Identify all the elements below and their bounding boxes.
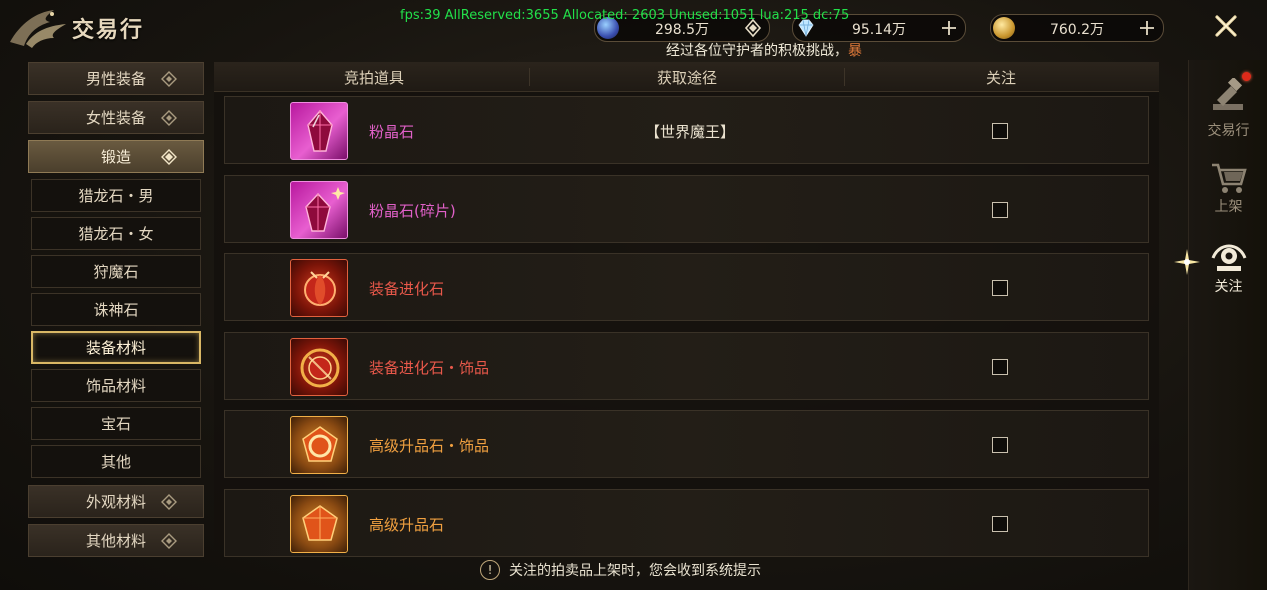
currency-gold: 760.2万: [990, 14, 1164, 42]
plus-icon: [942, 21, 956, 35]
top-bar: 交易行 298.5万 95.14万 760.2万 fps:39 AllReser…: [0, 0, 1267, 60]
pink-crystal-fragment-icon[interactable]: [290, 181, 348, 239]
page-title: 交易行: [72, 17, 145, 43]
watch-checkbox[interactable]: [992, 280, 1008, 296]
subcategory-other[interactable]: 其他: [31, 445, 201, 478]
orange-upgrade-stone-icon[interactable]: [290, 495, 348, 553]
crystal-shape: [307, 109, 333, 152]
category-label: 男性装备: [85, 70, 146, 88]
subcategory-label: 诛神石: [93, 301, 139, 319]
auction-hammer-icon: [1213, 78, 1243, 110]
evolution-ring-shape: [300, 348, 340, 388]
diamond-chevron-icon: [161, 533, 177, 549]
category-label: 锻造: [100, 148, 131, 166]
close-button[interactable]: [1204, 8, 1248, 44]
subcategory-label: 猎龙石・男: [78, 187, 154, 205]
category-label: 外观材料: [85, 493, 146, 511]
gold-coin-icon: [993, 17, 1015, 39]
watch-checkbox[interactable]: [992, 123, 1008, 139]
watch-checkbox[interactable]: [992, 202, 1008, 218]
item-name: 粉晶石: [369, 123, 415, 141]
watchlist-table: 竞拍道具 获取途径 关注 粉晶石 【世界魔王】 粉晶石(碎片) 装备进化石 装备…: [214, 62, 1159, 557]
category-other-materials[interactable]: 其他材料: [28, 524, 204, 557]
table-row[interactable]: 装备进化石: [224, 253, 1149, 321]
header-divider: [844, 68, 845, 86]
subcategory-gems[interactable]: 宝石: [31, 407, 201, 440]
upgrade-ring-shape: [302, 426, 338, 462]
close-icon: [1215, 15, 1237, 37]
subcategory-label: 饰品材料: [85, 377, 146, 395]
watch-checkbox[interactable]: [992, 359, 1008, 375]
table-header: 竞拍道具 获取途径 关注: [214, 62, 1159, 92]
currency-gold-value: 760.2万: [1049, 22, 1105, 38]
plus-icon: [1140, 21, 1154, 35]
dragon-emblem-icon: [10, 10, 66, 48]
add-diamond-button[interactable]: [939, 18, 959, 38]
pink-crystal-icon[interactable]: [290, 102, 348, 160]
tab-auction[interactable]: 交易行: [1189, 64, 1267, 144]
table-row[interactable]: 粉晶石(碎片): [224, 175, 1149, 243]
table-row[interactable]: 高级升品石: [224, 489, 1149, 557]
item-name: 高级升品石: [369, 516, 445, 534]
tab-auction-label: 交易行: [1207, 123, 1250, 139]
column-header-source: 获取途径: [657, 69, 718, 87]
eye-icon: [1211, 244, 1247, 271]
subcategory-dragon-stone-male[interactable]: 猎龙石・男: [31, 179, 201, 212]
watch-checkbox[interactable]: [992, 437, 1008, 453]
category-male-equipment[interactable]: 男性装备: [28, 62, 204, 95]
tab-list-item-label: 上架: [1214, 199, 1243, 215]
item-name: 高级升品石・饰品: [369, 437, 490, 455]
tab-watchlist-label: 关注: [1214, 279, 1243, 295]
subcategory-accessory-materials[interactable]: 饰品材料: [31, 369, 201, 402]
notice-highlight: 暴: [848, 43, 862, 59]
watch-hint-text: 关注的拍卖品上架时，您会收到系统提示: [509, 563, 761, 579]
tab-list-item[interactable]: 上架: [1189, 152, 1267, 232]
subcategory-label: 狩魔石: [93, 263, 139, 281]
diamond-chevron-icon: [161, 71, 177, 87]
table-row[interactable]: 高级升品石・饰品: [224, 410, 1149, 478]
diamond-chevron-icon: [161, 149, 177, 165]
subcategory-dragon-stone-female[interactable]: 猎龙石・女: [31, 217, 201, 250]
diamond-chevron-icon: [161, 494, 177, 510]
notice-text: 经过各位守护者的积极挑战，: [666, 43, 848, 59]
item-name: 装备进化石: [369, 280, 445, 298]
debug-overlay: fps:39 AllReserved:3655 Allocated: 2603 …: [400, 8, 850, 23]
subcategory-label: 其他: [100, 453, 131, 471]
evolution-stone-shape: [304, 271, 336, 306]
category-appearance-materials[interactable]: 外观材料: [28, 485, 204, 518]
subcategory-demon-hunt-stone[interactable]: 狩魔石: [31, 255, 201, 288]
subcategory-label: 装备材料: [85, 339, 146, 357]
category-label: 女性装备: [85, 109, 146, 127]
red-evolution-stone-icon[interactable]: [290, 259, 348, 317]
upgrade-stone-shape: [302, 505, 338, 541]
header-divider: [529, 68, 530, 86]
notification-badge: [1242, 72, 1251, 81]
subcategory-label: 宝石: [100, 415, 131, 433]
subcategory-equipment-materials[interactable]: 装备材料: [31, 331, 201, 364]
shopping-cart-icon: [1212, 163, 1247, 193]
table-row[interactable]: 粉晶石 【世界魔王】: [224, 96, 1149, 164]
subcategory-god-slay-stone[interactable]: 诛神石: [31, 293, 201, 326]
add-gold-button[interactable]: [1137, 18, 1157, 38]
category-forging[interactable]: 锻造: [28, 140, 204, 173]
exclamation-icon: !: [480, 560, 500, 580]
column-header-watch: 关注: [986, 69, 1017, 87]
right-tab-bar: 交易行 上架 关注: [1174, 60, 1267, 590]
item-name: 装备进化石・饰品: [369, 359, 490, 377]
item-name: 粉晶石(碎片): [369, 202, 456, 220]
watch-hint: ! 关注的拍卖品上架时，您会收到系统提示: [480, 558, 761, 582]
table-row[interactable]: 装备进化石・饰品: [224, 332, 1149, 400]
category-female-equipment[interactable]: 女性装备: [28, 101, 204, 134]
column-header-item: 竞拍道具: [344, 69, 405, 87]
tab-watchlist[interactable]: 关注: [1189, 232, 1267, 302]
crystal-fragment-shape: [305, 187, 345, 232]
category-label: 其他材料: [85, 532, 146, 550]
orange-upgrade-ring-icon[interactable]: [290, 416, 348, 474]
diamond-chevron-icon: [161, 110, 177, 126]
subcategory-label: 猎龙石・女: [78, 225, 154, 243]
watch-checkbox[interactable]: [992, 516, 1008, 532]
item-source: 【世界魔王】: [645, 123, 736, 141]
red-evolution-ring-icon[interactable]: [290, 338, 348, 396]
scrolling-notice: 经过各位守护者的积极挑战，暴: [666, 40, 862, 60]
